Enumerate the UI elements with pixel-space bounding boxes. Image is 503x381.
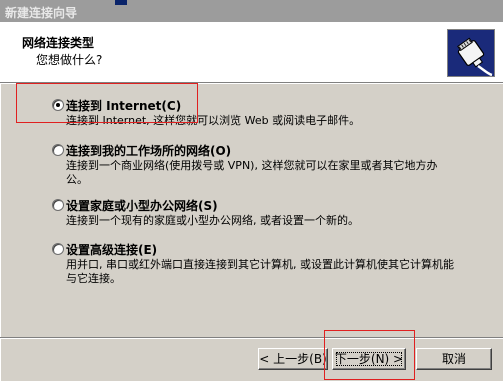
option-desc-connect-workplace: 连接到一个商业网络(使用拨号或 VPN), 这样您就可以在家里或者其它地方办公。 (66, 159, 438, 186)
radio-home-network[interactable] (52, 199, 64, 211)
wizard-header: 网络连接类型 您想做什么? (0, 22, 503, 83)
radio-advanced-connection[interactable] (52, 243, 64, 255)
option-desc-advanced-connection: 用并口, 串口或红外端口直接连接到其它计算机, 或设置此计算机使其它计算机能与它… (66, 258, 454, 285)
back-button[interactable]: < 上一步(B) (258, 348, 328, 370)
title-bar-tab-edge (115, 0, 127, 5)
header-subtitle: 您想做什么? (36, 53, 103, 67)
window-title: 新建连接向导 (5, 6, 78, 20)
annotation-box-next-button (324, 330, 415, 380)
title-bar: 新建连接向导 (0, 0, 503, 22)
option-label-advanced-connection[interactable]: 设置高级连接(E) (66, 241, 157, 258)
option-desc-home-network: 连接到一个现有的家庭或小型办公网络, 或者设置一个新的。 (66, 214, 359, 227)
option-label-connect-workplace[interactable]: 连接到我的工作场所的网络(O) (66, 142, 231, 159)
radio-connect-workplace[interactable] (52, 144, 64, 156)
cancel-button[interactable]: 取消 (416, 348, 492, 370)
footer-divider-highlight (0, 338, 503, 339)
option-label-home-network[interactable]: 设置家庭或小型办公网络(S) (66, 197, 218, 214)
annotation-box-option-internet (16, 83, 198, 123)
network-connection-icon (447, 29, 495, 77)
header-title: 网络连接类型 (22, 36, 95, 50)
